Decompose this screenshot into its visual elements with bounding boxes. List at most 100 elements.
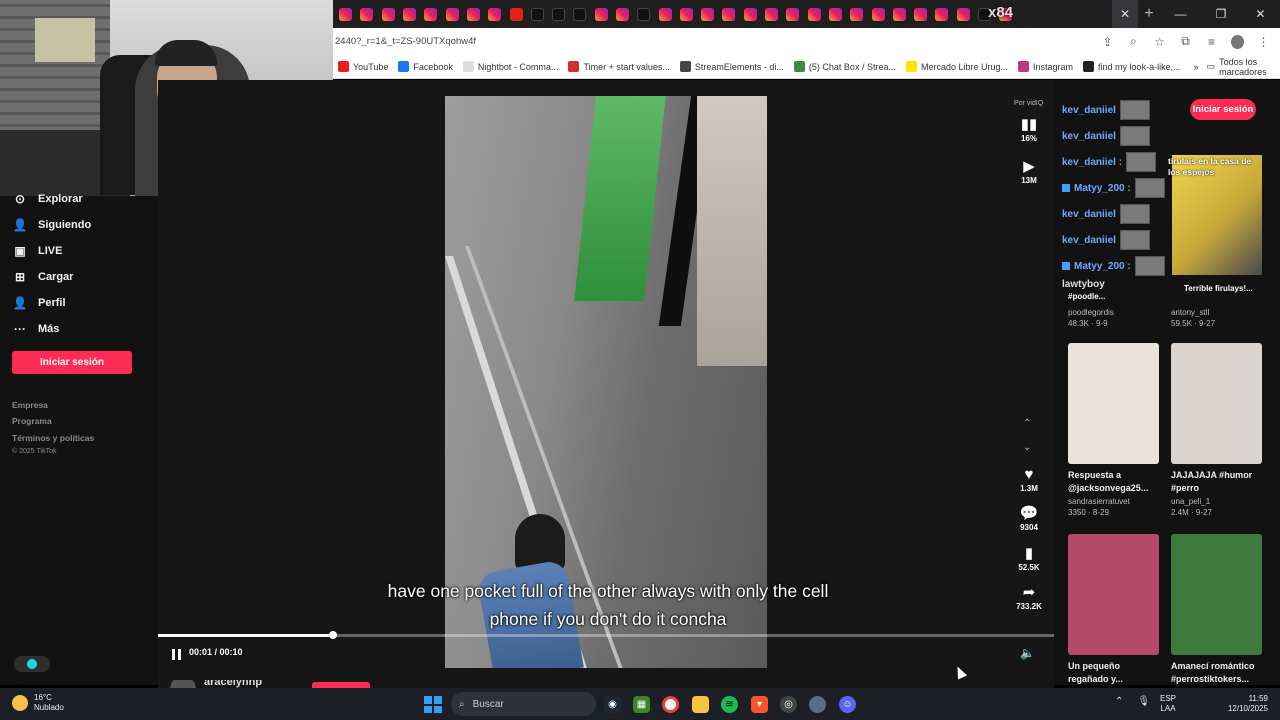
video-progress-bar[interactable] — [158, 631, 1054, 639]
app-icon[interactable] — [809, 696, 826, 713]
minecraft-icon[interactable]: ▦ — [633, 696, 650, 713]
top-card-1[interactable]: antony_stll 59.5K · 9-27 — [1171, 306, 1263, 328]
save-button[interactable]: ▮ 52.5K — [1008, 545, 1050, 572]
sidebar-item-live[interactable]: ▣ LIVE — [12, 244, 62, 258]
sidebar-item-siguiendo[interactable]: 👤 Siguiendo — [12, 218, 92, 232]
sidebar-login-button[interactable]: Iniciar sesión — [12, 351, 132, 374]
extensions-icon[interactable]: ⧉ — [1179, 34, 1192, 49]
obs-icon[interactable]: ◎ — [780, 696, 797, 713]
browser-tab[interactable] — [420, 0, 441, 28]
author-avatar[interactable] — [170, 680, 196, 688]
browser-tab[interactable] — [569, 0, 590, 28]
footer-link-empresa[interactable]: Empresa — [12, 400, 48, 410]
sidebar-item-perfil[interactable]: 👤 Perfil — [12, 296, 66, 310]
bookmark-item[interactable]: YouTube — [333, 61, 393, 72]
sidebar-item-explorar[interactable]: ⊙ Explorar — [12, 192, 83, 206]
bookmark-item[interactable]: Nightbot - Comma... — [458, 61, 564, 72]
new-tab-button[interactable]: + — [1138, 5, 1160, 23]
author-name[interactable]: aracelynnp — [204, 680, 262, 688]
footer-link-terminos[interactable]: Términos y políticas — [12, 433, 94, 443]
previous-video-icon[interactable]: ⌃ — [1023, 418, 1031, 429]
vidiq-stats-button[interactable]: ▮▮ 16% — [1008, 116, 1050, 143]
browser-tab[interactable] — [654, 0, 675, 28]
browser-tab[interactable] — [867, 0, 888, 28]
minimize-icon[interactable]: — — [1175, 7, 1187, 21]
browser-tab[interactable] — [484, 0, 505, 28]
browser-tab[interactable] — [591, 0, 612, 28]
all-bookmarks-folder[interactable]: ▭ Todos los marcadores — [1207, 57, 1280, 77]
maximize-icon[interactable]: ❐ — [1216, 7, 1227, 21]
browser-tab[interactable] — [825, 0, 846, 28]
browser-tab[interactable] — [356, 0, 377, 28]
browser-tab[interactable] — [612, 0, 633, 28]
bookmark-star-icon[interactable]: ☆ — [1153, 35, 1166, 49]
media-controls-icon[interactable]: ≡ — [1205, 35, 1218, 49]
volume-icon[interactable]: 🔈 — [1020, 646, 1035, 660]
bookmarks-overflow-icon[interactable]: » — [1186, 62, 1207, 72]
browser-tab[interactable] — [782, 0, 803, 28]
language-indicator[interactable]: ESP LAA — [1160, 694, 1176, 714]
taskbar-search[interactable]: ⌕ Buscar — [451, 692, 596, 716]
close-window-icon[interactable]: ✕ — [1255, 7, 1265, 21]
tray-chevron-icon[interactable]: ⌃ — [1115, 696, 1123, 707]
browser-tab[interactable] — [718, 0, 739, 28]
bookmark-item[interactable]: Instagram — [1013, 61, 1078, 72]
sidebar-item-ms[interactable]: ··· Más — [12, 322, 59, 336]
pause-button[interactable] — [172, 647, 186, 661]
browser-tab[interactable] — [441, 0, 462, 28]
bookmark-item[interactable]: Timer + start values... — [563, 61, 674, 72]
spotify-icon[interactable]: ≋ — [721, 696, 738, 713]
weather-widget[interactable]: 16°C Nublado — [12, 693, 64, 713]
progress-handle[interactable] — [328, 631, 337, 639]
bookmark-item[interactable]: find my look-a-like,... — [1078, 61, 1186, 72]
browser-tab[interactable] — [463, 0, 484, 28]
share-button[interactable]: ➦ 733.2K — [1008, 584, 1050, 611]
browser-tab[interactable] — [527, 0, 548, 28]
browser-tab[interactable] — [846, 0, 867, 28]
chrome-icon[interactable] — [662, 696, 679, 713]
browser-tab[interactable] — [910, 0, 931, 28]
views-button[interactable]: ▶ 13M — [1008, 158, 1050, 185]
bookmark-item[interactable]: Facebook — [393, 61, 458, 72]
profile-avatar[interactable] — [1231, 34, 1244, 49]
bookmark-item[interactable]: (5) Chat Box / Strea... — [789, 61, 901, 72]
zoom-icon[interactable]: ⌕ — [1127, 34, 1140, 49]
video-card-0[interactable]: Respuesta a @jacksonvega25... sandrasier… — [1068, 343, 1160, 517]
video-card-3[interactable]: Amanecí romántico #perrostiktokers... — [1171, 534, 1263, 685]
steam-icon[interactable]: ◉ — [604, 696, 621, 713]
install-app-icon[interactable]: ⇪ — [1101, 35, 1114, 49]
browser-tab[interactable] — [889, 0, 910, 28]
file-explorer-icon[interactable] — [692, 696, 709, 713]
video-card-1[interactable]: JAJAJAJA #humor #perro una_peli_1 2.4M ·… — [1171, 343, 1263, 517]
browser-tab[interactable] — [505, 0, 526, 28]
browser-tab[interactable] — [953, 0, 974, 28]
discord-icon[interactable]: ☺ — [839, 696, 856, 713]
footer-link-programa[interactable]: Programa — [12, 416, 52, 426]
microphone-icon[interactable]: 🎙 — [1137, 696, 1150, 707]
bookmark-item[interactable]: Mercado Libre Urug... — [901, 61, 1013, 72]
next-video-icon[interactable]: ⌄ — [1023, 442, 1031, 453]
top-card-0[interactable]: poodlegordis 48.3K · 9-9 — [1068, 306, 1160, 328]
url-field[interactable]: 2440?_r=1&_t=ZS-90UTXqohw4f — [333, 36, 1101, 47]
browser-tab[interactable] — [633, 0, 654, 28]
active-tab-close[interactable]: ✕ — [1112, 0, 1138, 28]
browser-tab[interactable] — [740, 0, 761, 28]
browser-tab[interactable] — [378, 0, 399, 28]
header-login-button[interactable]: Iniciar sesión — [1190, 99, 1256, 120]
browser-tab[interactable] — [761, 0, 782, 28]
like-button[interactable]: ♥ 1.3M — [1008, 466, 1050, 493]
browser-tab[interactable] — [676, 0, 697, 28]
browser-tab[interactable] — [335, 0, 356, 28]
theme-toggle[interactable] — [14, 656, 50, 672]
sidebar-item-cargar[interactable]: ⊞ Cargar — [12, 270, 74, 284]
start-button[interactable] — [424, 696, 442, 713]
browser-tab[interactable] — [399, 0, 420, 28]
comment-button[interactable]: 💬 9304 — [1008, 505, 1050, 532]
taskbar-clock[interactable]: 11:59 12/10/2025 — [1220, 694, 1268, 714]
browser-tab[interactable] — [548, 0, 569, 28]
video-card-2[interactable]: Un pequeño regañado y... — [1068, 534, 1160, 685]
browser-tab[interactable] — [804, 0, 825, 28]
bookmark-item[interactable]: StreamElements - di... — [675, 61, 789, 72]
browser-tab[interactable] — [931, 0, 952, 28]
browser-tab[interactable] — [697, 0, 718, 28]
